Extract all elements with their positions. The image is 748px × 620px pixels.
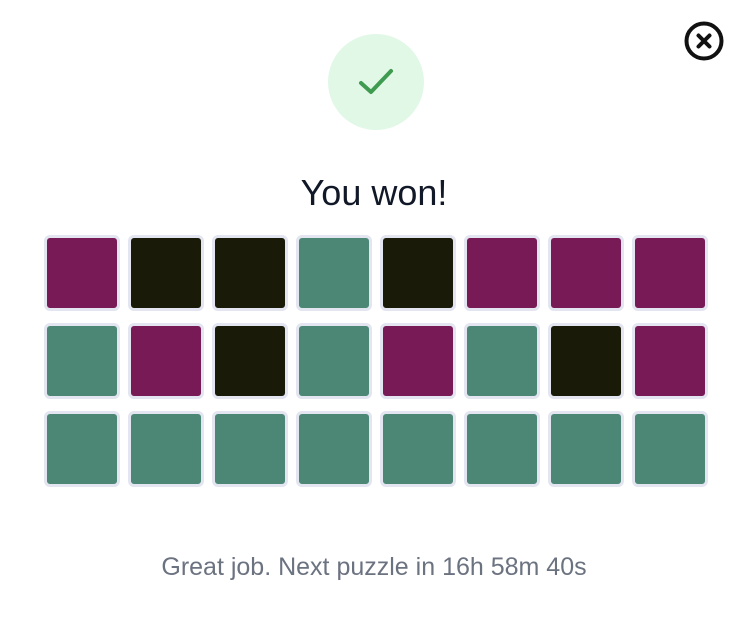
result-tile-purple — [128, 323, 204, 399]
result-tile-green — [632, 411, 708, 487]
result-tile-green — [548, 411, 624, 487]
result-tile-purple — [632, 323, 708, 399]
result-tile-green — [464, 411, 540, 487]
result-tile-green — [44, 323, 120, 399]
result-tile-black — [548, 323, 624, 399]
next-puzzle-message: Great job. Next puzzle in 16h 58m 40s — [161, 553, 587, 581]
win-modal: You won! Great job. Next puzzle in 16h 5… — [0, 0, 748, 620]
result-tile-green — [296, 411, 372, 487]
close-button[interactable] — [684, 21, 724, 61]
result-tile-purple — [464, 235, 540, 311]
result-tile-green — [212, 411, 288, 487]
checkmark-icon — [359, 69, 393, 94]
result-tile-purple — [380, 323, 456, 399]
result-tile-green — [128, 411, 204, 487]
result-grid — [44, 235, 708, 487]
result-tile-black — [212, 235, 288, 311]
result-tile-green — [380, 411, 456, 487]
win-title: You won! — [300, 172, 448, 213]
result-tile-black — [380, 235, 456, 311]
result-tile-green — [44, 411, 120, 487]
result-tile-purple — [44, 235, 120, 311]
result-tile-black — [128, 235, 204, 311]
result-tile-green — [296, 235, 372, 311]
close-circle-icon[interactable] — [684, 21, 724, 61]
success-badge — [328, 34, 424, 130]
result-tile-purple — [632, 235, 708, 311]
result-tile-green — [296, 323, 372, 399]
result-tile-green — [464, 323, 540, 399]
result-tile-purple — [548, 235, 624, 311]
result-tile-black — [212, 323, 288, 399]
